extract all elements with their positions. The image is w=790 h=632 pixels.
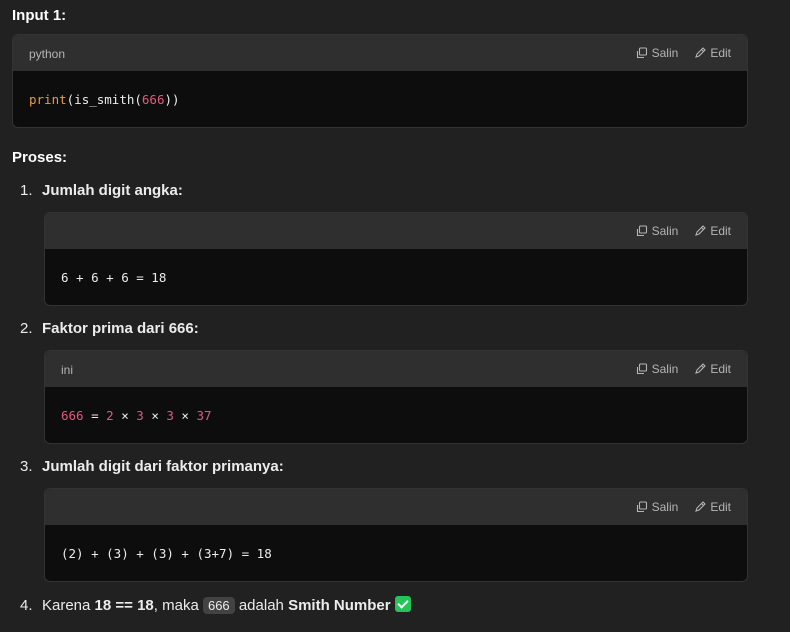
step-2: 2. Faktor prima dari 666: [20,320,199,337]
step-number: 3. [20,458,33,475]
inline-code: 666 [202,597,235,614]
step-3: 3. Jumlah digit dari faktor primanya: [20,458,284,475]
pencil-icon [695,47,707,58]
code-language-label: ini [61,363,74,377]
copy-icon [636,47,647,59]
edit-button[interactable]: Edit [694,362,731,376]
step-expression: 18 == 18 [94,597,154,614]
edit-button[interactable]: Edit [694,224,731,238]
code-token-operator: × [113,407,137,423]
step-text: adalah [234,597,289,614]
step-result: Smith Number [288,597,391,614]
proses-heading: Proses: [12,149,68,166]
copy-label: Salin [651,500,679,514]
code-block-sum: Salin Edit 6 + 6 + 6 = 18 [44,212,748,306]
copy-label: Salin [651,224,679,238]
copy-label: Salin [651,362,679,376]
code-block-ini: ini Salin Edit 666 = 2 × 3 × 3 × 37 [44,350,748,444]
step-label: Faktor prima dari 666: [42,320,199,337]
code-content: (2) + (3) + (3) + (3+7) = 18 [61,545,272,561]
edit-button[interactable]: Edit [694,500,731,514]
code-content: 666 = 2 × 3 × 3 × 37 [45,387,747,443]
copy-button[interactable]: Salin [636,500,679,514]
code-token-number: 37 [196,407,212,423]
code-block-header: ini Salin Edit [45,351,747,387]
copy-icon [636,225,647,237]
copy-icon [636,501,647,513]
copy-icon [636,363,647,375]
code-content: 6 + 6 + 6 = 18 [61,269,167,285]
step-4: 4. Karena 18 == 18, maka 666 adalah Smith… [20,596,411,614]
code-block-header: Salin Edit [45,213,747,249]
step-label: Jumlah digit angka: [42,182,183,199]
step-number: 4. [20,597,33,614]
copy-button[interactable]: Salin [636,46,679,60]
code-token-number: 3 [166,407,174,423]
copy-button[interactable]: Salin [636,362,679,376]
code-token-operator: = [83,407,107,423]
copy-button[interactable]: Salin [636,224,679,238]
code-token-operator: × [143,407,167,423]
code-content: print (is_smith(666)) [13,71,747,127]
edit-label: Edit [710,46,731,60]
step-label: Jumlah digit dari faktor primanya: [42,458,284,475]
code-token-number: 666 [141,91,165,107]
code-block-digit-sum: Salin Edit (2) + (3) + (3) + (3+7) = 18 [44,488,748,582]
code-token-number: 666 [61,407,84,423]
step-number: 2. [20,320,33,337]
check-mark-icon [394,596,411,612]
step-text: , maka [153,597,203,614]
code-token-operator: × [173,407,197,423]
code-token-text: (is_smith( [66,91,142,107]
edit-label: Edit [710,362,731,376]
code-token-text: )) [164,91,180,107]
code-token-function: print [29,91,67,107]
edit-label: Edit [710,224,731,238]
step-1: 1. Jumlah digit angka: [20,182,183,199]
step-number: 1. [20,182,33,199]
input-heading: Input 1: [12,7,67,24]
step-text: Karena [42,597,95,614]
code-token-number: 2 [106,407,114,423]
code-block-header: python Salin Edit [13,35,747,71]
code-block-python: python Salin Edit print (is_smith(666)) [12,34,748,128]
copy-label: Salin [651,46,679,60]
pencil-icon [695,363,707,374]
pencil-icon [695,225,707,236]
edit-label: Edit [710,500,731,514]
code-block-header: Salin Edit [45,489,747,525]
edit-button[interactable]: Edit [694,46,731,60]
code-token-number: 3 [136,407,144,423]
pencil-icon [695,501,707,512]
code-language-label: python [29,47,66,61]
